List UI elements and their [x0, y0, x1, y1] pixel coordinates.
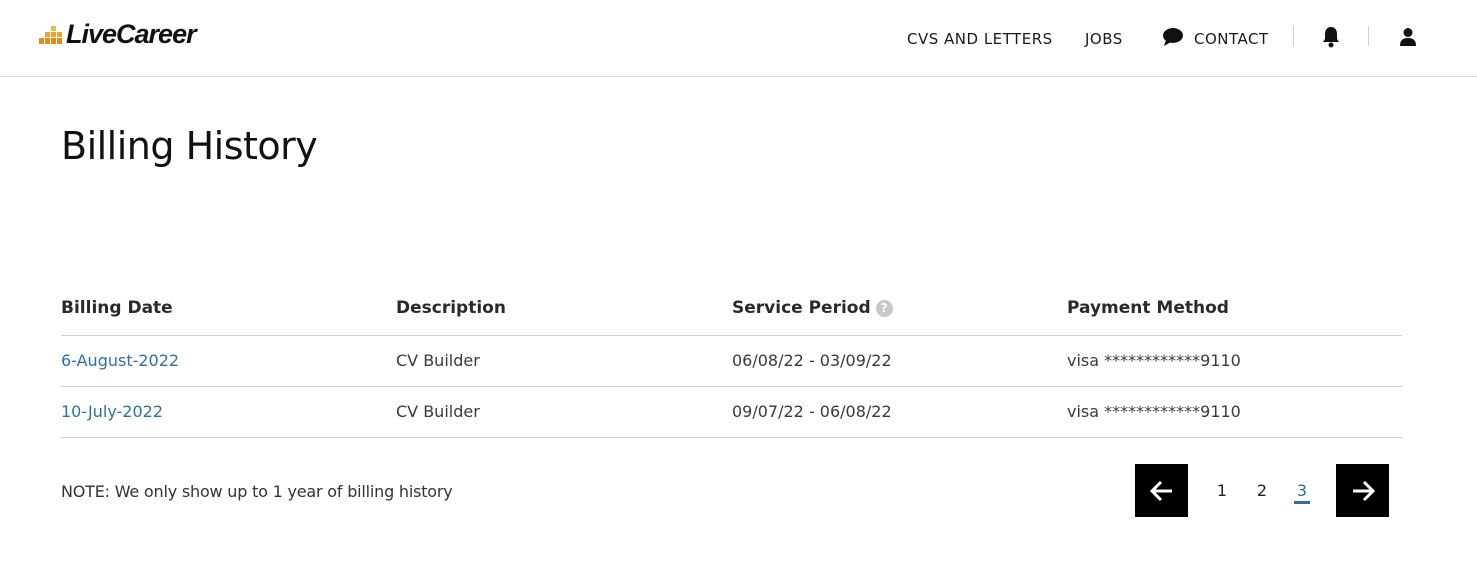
account-button[interactable]	[1396, 24, 1420, 50]
nav-contact[interactable]: CONTACT	[1162, 0, 1269, 77]
table-row: 10-July-2022 CV Builder 09/07/22 - 06/08…	[61, 387, 1402, 438]
service-period-cell: 09/07/22 - 06/08/22	[732, 402, 892, 421]
livecareer-logo[interactable]: LiveCareer	[39, 18, 197, 50]
service-period-cell: 06/08/22 - 03/09/22	[732, 351, 892, 370]
column-header-label: Description	[396, 298, 506, 318]
top-navigation-bar: LiveCareer CVS AND LETTERS JOBS CONTACT	[0, 0, 1477, 77]
nav-jobs[interactable]: JOBS	[1085, 0, 1123, 77]
nav-divider	[1368, 26, 1369, 46]
column-header-billing-date: Billing Date	[61, 298, 173, 318]
previous-page-button[interactable]	[1135, 464, 1188, 517]
page-3-link[interactable]: 3	[1292, 481, 1312, 500]
page-title: Billing History	[61, 124, 318, 168]
logo-bars-icon	[39, 22, 63, 46]
current-page-indicator	[1294, 501, 1310, 504]
page-2-link[interactable]: 2	[1252, 481, 1272, 500]
nav-cvs-and-letters-label[interactable]: CVS AND LETTERS	[907, 30, 1053, 48]
billing-date-link[interactable]: 10-July-2022	[61, 402, 163, 421]
nav-jobs-label[interactable]: JOBS	[1085, 30, 1123, 48]
chat-bubble-icon	[1163, 27, 1183, 46]
description-cell: CV Builder	[396, 402, 480, 421]
table-row: 6-August-2022 CV Builder 06/08/22 - 03/0…	[61, 336, 1402, 387]
payment-method-cell: visa ************9110	[1067, 351, 1241, 370]
arrow-right-icon	[1352, 480, 1375, 501]
arrow-left-icon	[1149, 480, 1172, 501]
nav-cvs-and-letters[interactable]: CVS AND LETTERS	[907, 0, 1053, 77]
column-header-label: Service Period	[732, 298, 871, 318]
billing-date-link[interactable]: 6-August-2022	[61, 351, 179, 370]
help-icon[interactable]: ?	[875, 299, 893, 317]
column-header-description: Description	[396, 298, 506, 318]
logo-text: LiveCareer	[66, 18, 197, 49]
column-header-payment-method: Payment Method	[1067, 298, 1229, 318]
column-header-label: Payment Method	[1067, 298, 1229, 318]
description-cell: CV Builder	[396, 351, 480, 370]
table-header-row: Billing Date Description Service Period …	[61, 284, 1402, 336]
nav-contact-label[interactable]: CONTACT	[1194, 30, 1269, 48]
billing-history-table: Billing Date Description Service Period …	[61, 284, 1402, 438]
next-page-button[interactable]	[1336, 464, 1389, 517]
notifications-button[interactable]	[1319, 24, 1343, 50]
billing-history-note: NOTE: We only show up to 1 year of billi…	[61, 482, 453, 501]
pagination: 1 2 3	[1135, 464, 1389, 517]
nav-divider	[1293, 26, 1294, 46]
column-header-service-period: Service Period ?	[732, 298, 893, 318]
page-1-link[interactable]: 1	[1212, 481, 1232, 500]
payment-method-cell: visa ************9110	[1067, 402, 1241, 421]
column-header-label: Billing Date	[61, 298, 173, 318]
user-icon	[1400, 28, 1416, 46]
bell-icon	[1323, 27, 1339, 48]
